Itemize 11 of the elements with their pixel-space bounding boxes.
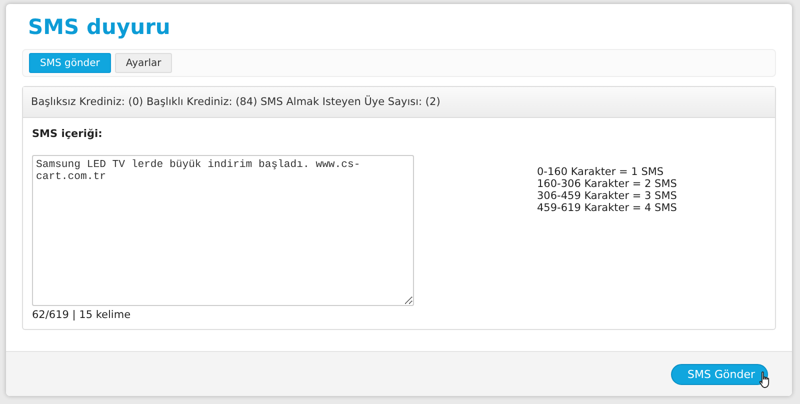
page-title: SMS duyuru	[28, 14, 172, 40]
tab[interactable]: Ayarlar	[114, 53, 172, 73]
content-label: SMS içeriği:	[32, 128, 104, 140]
credit-summary: Başlıksız Krediniz: (0) Başlıklı Krediniz: (84) SMS Almak Isteyen Üye Sayısı: (2)	[23, 87, 775, 118]
character-counter: 62/619 | 15 kelime	[32, 309, 132, 321]
rate-line: 160-306 Karakter = 2 SMS	[537, 178, 677, 190]
rate-line: 459-619 Karakter = 4 SMS	[537, 202, 677, 214]
rate-line: 306-459 Karakter = 3 SMS	[537, 190, 677, 202]
hand-cursor-icon	[758, 371, 772, 389]
message-field[interactable]: Samsung LED TV lerde büyük indirim başladı. www.cs-cart.com.tr	[32, 155, 414, 306]
rate-line: 0-160 Karakter = 1 SMS	[537, 166, 665, 178]
